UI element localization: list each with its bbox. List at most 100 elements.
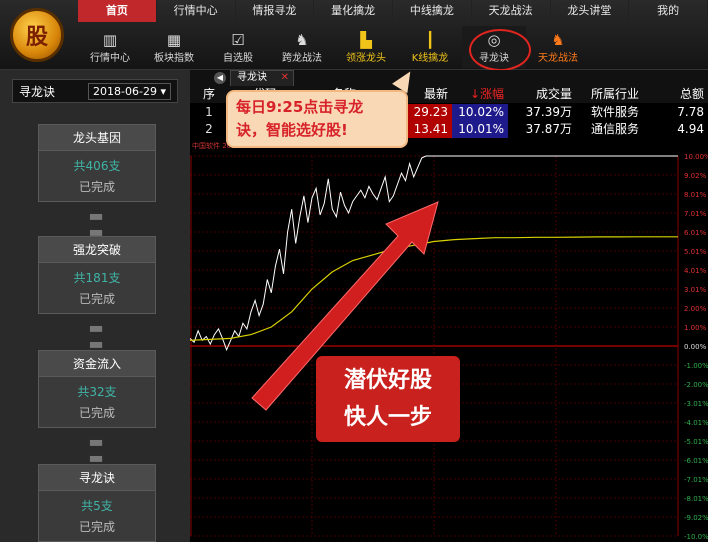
step-status: 已完成 bbox=[78, 520, 115, 534]
app-logo[interactable]: 股 bbox=[10, 8, 64, 62]
tab-prev-icon[interactable]: ◀ bbox=[214, 72, 226, 84]
step-count: 共181支 bbox=[73, 271, 121, 285]
step-count: 共32支 bbox=[77, 385, 117, 399]
toolbar-label: 领涨龙头 bbox=[346, 53, 386, 64]
y-tick-label: -6.01% bbox=[684, 457, 708, 465]
y-tick-label: 0.00% bbox=[684, 343, 707, 351]
toolbar-label: 天龙战法 bbox=[538, 53, 578, 64]
toolbar-button[interactable]: ♞ 跨龙战法 bbox=[270, 26, 334, 68]
tip-callout: 每日9:25点击寻龙 诀，智能选好股! bbox=[226, 90, 408, 148]
toolbar-button[interactable]: ▙ 领涨龙头 bbox=[334, 26, 398, 68]
y-tick-label: 3.01% bbox=[684, 286, 707, 294]
row-industry: 软件服务 bbox=[590, 105, 639, 119]
y-tick-label: -2.00% bbox=[684, 381, 708, 389]
y-tick-label: 2.00% bbox=[684, 305, 707, 313]
step-count: 共5支 bbox=[81, 499, 113, 513]
callout-line: 每日9:25点击寻龙 bbox=[236, 98, 364, 116]
header-industry[interactable]: 所属行业 bbox=[580, 86, 650, 103]
row-amount: 7.78 bbox=[677, 105, 704, 119]
menu-item[interactable]: 天龙战法 bbox=[472, 0, 551, 22]
menu-item[interactable]: 行情中心 bbox=[157, 0, 236, 22]
slogan-line: 快人一步 bbox=[343, 405, 432, 430]
toolbar-button[interactable]: ♞ 天龙战法 bbox=[526, 26, 590, 68]
step-status: 已完成 bbox=[78, 292, 115, 306]
menu-item[interactable]: 首页 bbox=[78, 0, 157, 22]
y-tick-label: -8.01% bbox=[684, 495, 708, 503]
menu-item[interactable]: 情报寻龙 bbox=[236, 0, 315, 22]
y-tick-label: -7.01% bbox=[684, 476, 708, 484]
toolbar-label: 跨龙战法 bbox=[282, 53, 322, 64]
strategy-title: 寻龙诀 bbox=[19, 84, 56, 99]
step-title: 龙头基因 bbox=[39, 125, 155, 151]
strategy-step[interactable]: 资金流入共32支已完成 bbox=[38, 350, 156, 428]
y-tick-label: -4.01% bbox=[684, 419, 708, 427]
y-tick-label: 1.00% bbox=[684, 324, 707, 332]
row-seq: 1 bbox=[205, 105, 213, 119]
row-industry: 通信服务 bbox=[590, 122, 639, 136]
close-icon[interactable]: ✕ bbox=[281, 71, 289, 85]
logo-text: 股 bbox=[25, 24, 48, 50]
y-tick-label: 7.01% bbox=[684, 210, 707, 218]
intraday-chart[interactable]: 中国软件 201810.00%9.02%8.01%7.01%6.01%5.01%… bbox=[190, 140, 708, 542]
bar-chart-icon: ▥ bbox=[102, 31, 118, 49]
row-volume: 37.87万 bbox=[525, 122, 572, 136]
strategy-step[interactable]: 强龙突破共181支已完成 bbox=[38, 236, 156, 314]
grid-icon: ▦ bbox=[166, 31, 182, 49]
step-status: 已完成 bbox=[78, 406, 115, 420]
dragon-icon: ♞ bbox=[295, 31, 309, 49]
row-amount: 4.94 bbox=[677, 122, 704, 136]
menu-item[interactable]: 中线擒龙 bbox=[393, 0, 472, 22]
y-tick-label: 10.00% bbox=[684, 153, 708, 161]
menu-item[interactable]: 我的 bbox=[629, 0, 708, 22]
step-title: 寻龙诀 bbox=[39, 465, 155, 491]
y-tick-label: -3.01% bbox=[684, 400, 708, 408]
toolbar-button[interactable]: ┃ K线擒龙 bbox=[398, 26, 462, 68]
toolbar-button[interactable]: ▥ 行情中心 bbox=[78, 26, 142, 68]
y-tick-label: 4.01% bbox=[684, 267, 707, 275]
toolbar-button[interactable]: ☑ 自选股 bbox=[206, 26, 270, 68]
strategy-panel: 寻龙诀 2018-06-29 ▾ 龙头基因共406支已完成▬▬▼强龙突破共181… bbox=[0, 70, 190, 542]
main-menu: 首页 行情中心 情报寻龙 量化擒龙 中线擒龙 天龙战法 龙头讲堂 我的 bbox=[78, 0, 708, 22]
y-tick-label: 8.01% bbox=[684, 191, 707, 199]
step-title: 资金流入 bbox=[39, 351, 155, 377]
strategy-step[interactable]: 寻龙诀共5支已完成 bbox=[38, 464, 156, 542]
y-tick-label: 6.01% bbox=[684, 229, 707, 237]
header-seq[interactable]: 序 bbox=[194, 86, 224, 103]
date-select[interactable]: 2018-06-29 ▾ bbox=[88, 82, 171, 100]
y-tick-label: -1.00% bbox=[684, 362, 708, 370]
step-status: 已完成 bbox=[78, 180, 115, 194]
toolbar-label: 自选股 bbox=[223, 53, 253, 64]
candlestick-icon: ┃ bbox=[425, 31, 435, 49]
step-count: 共406支 bbox=[73, 159, 121, 173]
y-tick-label: -5.01% bbox=[684, 438, 708, 446]
checklist-icon: ☑ bbox=[231, 31, 245, 49]
toolbar: ▥ 行情中心 ▦ 板块指数 ☑ 自选股 ♞ 跨龙战法 ▙ 领涨龙头 ┃ K线擒龙 ◎ 寻龙诀 ♞ 天龙战法 bbox=[78, 26, 708, 68]
highlight-ring bbox=[469, 29, 531, 71]
toolbar-label: K线擒龙 bbox=[411, 53, 449, 64]
y-tick-label: 9.02% bbox=[684, 172, 707, 180]
step-title: 强龙突破 bbox=[39, 237, 155, 263]
header-change[interactable]: ↓涨幅 bbox=[452, 86, 508, 103]
toolbar-button[interactable]: ▦ 板块指数 bbox=[142, 26, 206, 68]
y-tick-label: -10.0% bbox=[684, 533, 708, 541]
row-change: 10.02% bbox=[452, 104, 508, 121]
row-change: 10.01% bbox=[452, 121, 508, 138]
menu-item[interactable]: 龙头讲堂 bbox=[551, 0, 630, 22]
strategy-step[interactable]: 龙头基因共406支已完成 bbox=[38, 124, 156, 202]
row-seq: 2 bbox=[205, 122, 213, 136]
toolbar-label: 行情中心 bbox=[90, 53, 130, 64]
tab-xunlongjue[interactable]: 寻龙诀 ✕ bbox=[230, 70, 294, 86]
header-amount[interactable]: 总额 bbox=[652, 86, 708, 103]
tab-bar: ◀ 寻龙诀 ✕ bbox=[190, 70, 708, 86]
y-tick-label: -9.02% bbox=[684, 514, 708, 522]
top-bar: 股 首页 行情中心 情报寻龙 量化擒龙 中线擒龙 天龙战法 龙头讲堂 我的 ▥ 行情中心 ▦ 板块指… bbox=[0, 0, 708, 70]
y-tick-label: 5.01% bbox=[684, 248, 707, 256]
dragon-icon: ♞ bbox=[551, 31, 565, 49]
row-volume: 37.39万 bbox=[525, 105, 572, 119]
menu-item[interactable]: 量化擒龙 bbox=[314, 0, 393, 22]
callout-line: 诀，智能选好股! bbox=[236, 121, 348, 139]
strategy-header: 寻龙诀 2018-06-29 ▾ bbox=[12, 79, 178, 103]
podium-icon: ▙ bbox=[360, 31, 372, 49]
slogan-banner: 潜伏好股 快人一步 bbox=[316, 356, 460, 442]
header-volume[interactable]: 成交量 bbox=[512, 86, 576, 103]
